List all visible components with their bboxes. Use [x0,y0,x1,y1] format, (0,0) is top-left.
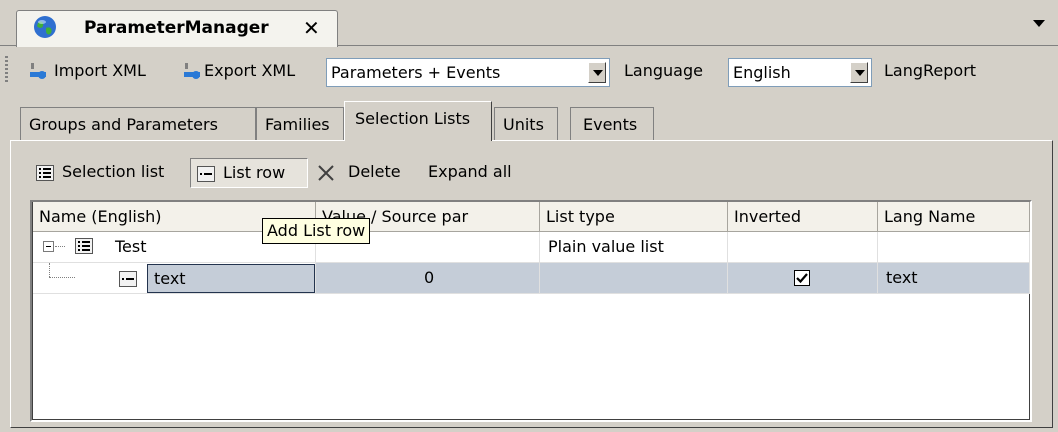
tooltip: Add List row [262,218,371,244]
checkbox-icon[interactable] [794,270,810,286]
plug-icon [30,63,46,79]
cell-text: Plain value list [548,237,664,256]
expand-all-button[interactable]: Expand all [428,162,512,181]
column-header-label: List type [546,207,615,226]
close-icon[interactable]: ✕ [303,16,320,40]
export-xml-button[interactable]: Export XML [178,57,318,85]
cell-text: text [886,268,918,287]
document-tab-title: ParameterManager [84,18,269,38]
list-row-icon [119,271,137,287]
lang-report-button[interactable]: LangReport [884,61,976,80]
tab-groups-and-parameters[interactable]: Groups and Parameters [20,107,256,140]
tree-connector [55,246,65,247]
cell-list-type[interactable] [540,263,728,294]
export-xml-label: Export XML [204,61,296,80]
selection-list-label: Selection list [62,162,165,181]
tab-selection-lists[interactable]: Selection Lists [344,101,492,141]
tab-label: Events [583,115,638,134]
language-select-value: English [733,63,791,82]
cell-list-type[interactable]: Plain value list [540,232,728,263]
tree-collapse-icon[interactable] [43,241,54,252]
tab-label: Units [503,115,544,134]
list-row-label: List row [223,163,286,182]
cell-inverted[interactable] [728,232,878,263]
scope-select[interactable]: Parameters + Events [326,58,610,87]
column-header-label: Name (English) [39,207,162,226]
delete-x-icon [318,165,334,181]
column-header-lang-name[interactable]: Lang Name [878,202,1030,232]
add-selection-list-button[interactable]: Selection list [30,158,182,188]
cell-lang-name[interactable] [878,232,1030,263]
scope-select-value: Parameters + Events [331,63,501,82]
tab-units[interactable]: Units [494,107,558,140]
add-list-row-button[interactable]: List row [190,158,308,188]
plug-icon [184,63,200,79]
tab-label: Groups and Parameters [29,115,218,134]
list-icon [75,238,93,254]
column-header-label: Inverted [734,207,802,226]
cell-text: text [154,269,186,288]
delete-label: Delete [348,162,401,181]
import-xml-button[interactable]: Import XML [24,57,154,85]
globe-icon [34,16,56,38]
tab-events[interactable]: Events [570,107,654,140]
list-icon [36,165,54,181]
cell-text: Test [115,237,147,256]
chevron-down-icon[interactable] [588,62,606,83]
chevron-down-icon[interactable] [1033,20,1045,27]
selection-list-grid[interactable]: Name (English) Value / Source par List t… [30,200,1032,422]
cell-inverted[interactable] [728,263,878,294]
tab-families[interactable]: Families [256,107,344,140]
language-label: Language [624,61,703,80]
chevron-down-icon[interactable] [850,62,868,83]
column-header-label: Lang Name [884,207,976,226]
tab-label: Families [265,115,330,134]
column-header-inverted[interactable]: Inverted [728,202,878,232]
tree-connector [49,277,75,278]
cell-text: 0 [424,268,435,287]
list-row-icon [197,166,215,182]
name-edit-field[interactable]: text [147,264,315,293]
toolbar-grip[interactable] [5,56,8,84]
column-header-list-type[interactable]: List type [540,202,728,232]
cell-name[interactable]: text [33,263,316,294]
tab-label: Selection Lists [355,109,471,128]
delete-button[interactable]: Delete [314,158,414,188]
tree-connector [49,263,50,277]
cell-lang-name[interactable]: text [878,263,1030,294]
import-xml-label: Import XML [54,61,146,80]
language-select[interactable]: English [728,58,872,87]
cell-value[interactable]: 0 [316,263,540,294]
